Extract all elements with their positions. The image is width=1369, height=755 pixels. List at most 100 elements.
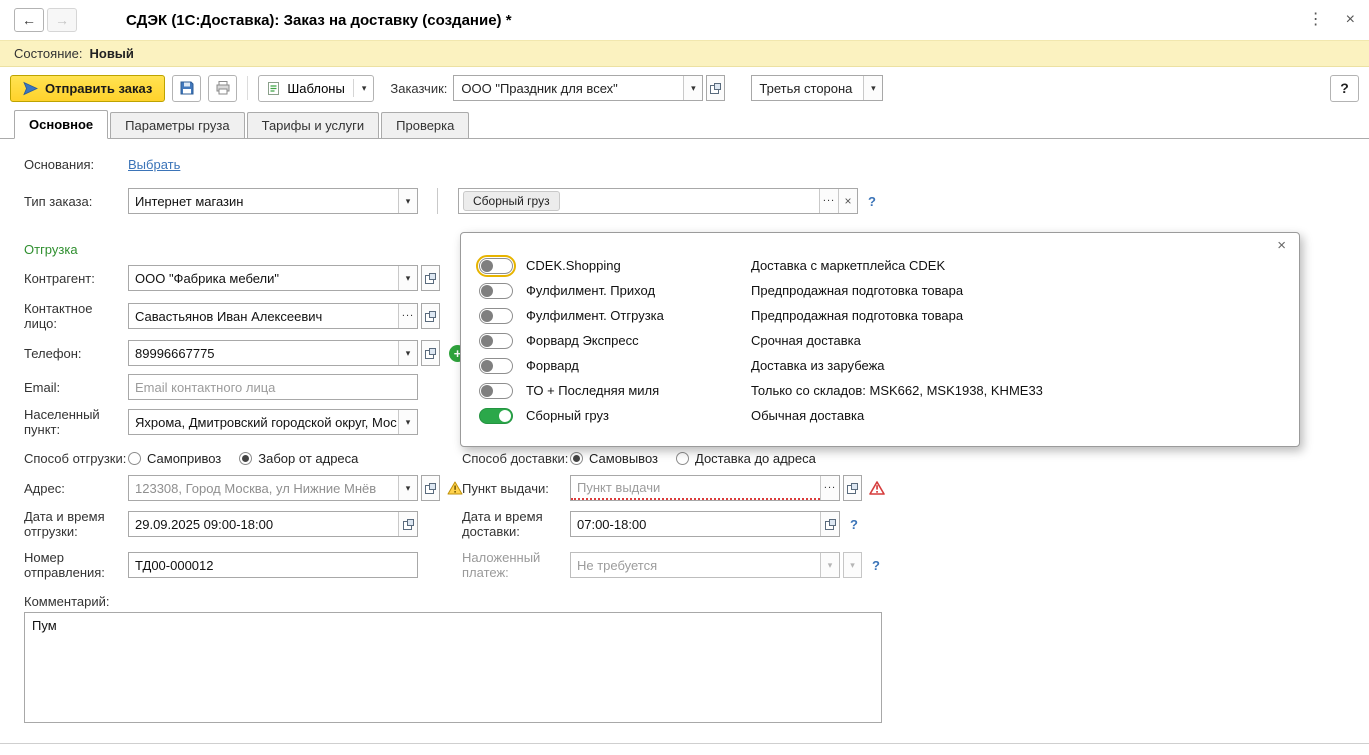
order-type-dropdown-button[interactable]: ▾ [398, 189, 417, 213]
tariff-option-desc: Обычная доставка [751, 408, 865, 423]
ship-datetime-value[interactable]: 29.09.2025 09:00-18:00 [129, 512, 398, 536]
phone-field[interactable]: 89996667775 ▾ [128, 340, 418, 366]
tariff-option-desc: Срочная доставка [751, 333, 861, 348]
comment-textarea[interactable]: Пум [24, 612, 882, 723]
delivery-datetime-help-link[interactable]: ? [850, 517, 858, 532]
contact-more-button[interactable]: ... [398, 304, 417, 328]
contact-label: Контактное лицо: [24, 301, 93, 331]
radio-icon[interactable] [239, 452, 253, 465]
status-strip: Состояние: Новый [0, 40, 1369, 67]
tariff-clear-button[interactable]: × [838, 189, 857, 213]
delivery-datetime-value[interactable]: 07:00-18:00 [571, 512, 820, 536]
address-field[interactable]: 123308, Город Москва, ул Нижние Мнёв ▾ [128, 475, 418, 501]
status-label: Состояние: [14, 46, 83, 61]
templates-button[interactable]: Шаблоны ▾ [258, 74, 375, 102]
cod-help-link[interactable]: ? [872, 558, 880, 573]
tariff-toggle-to-last-mile[interactable] [479, 382, 513, 399]
tab-main[interactable]: Основное [14, 110, 109, 139]
contact-value[interactable]: Савастьянов Иван Алексеевич [129, 304, 398, 328]
back-icon: ← [22, 12, 36, 28]
payer-value[interactable]: Третья сторона [752, 76, 863, 100]
tariff-input[interactable]: Сборный груз ... × [458, 188, 858, 214]
ship-method-option-pickup-self[interactable]: Самопривоз [128, 451, 221, 466]
customer-dropdown-button[interactable]: ▾ [683, 76, 703, 100]
city-dropdown-button[interactable]: ▾ [398, 410, 417, 434]
tariff-toggle-forward[interactable] [479, 357, 513, 374]
customer-value[interactable]: ООО "Праздник для всех" [454, 76, 683, 100]
tariff-help-link[interactable]: ? [868, 194, 876, 209]
pickup-point-more-button[interactable]: ... [820, 476, 839, 500]
counterparty-field[interactable]: ООО "Фабрика мебели" ▾ [128, 265, 418, 291]
email-field[interactable]: Email контактного лица [128, 374, 418, 400]
popup-close-button[interactable]: × [1277, 238, 1286, 253]
tariff-toggle-fulfilment-otgruzka[interactable] [479, 307, 513, 324]
send-order-label: Отправить заказ [45, 80, 153, 96]
dropdown-icon: ▾ [827, 559, 833, 570]
tariff-more-button[interactable]: ... [819, 189, 838, 213]
address-open-button[interactable] [421, 475, 440, 501]
radio-icon[interactable] [128, 452, 141, 465]
tab-cargo-params[interactable]: Параметры груза [110, 112, 245, 138]
tab-tariffs-services[interactable]: Тарифы и услуги [246, 112, 380, 138]
contact-field[interactable]: Савастьянов Иван Алексеевич ... [128, 303, 418, 329]
ship-datetime-field[interactable]: 29.09.2025 09:00-18:00 [128, 511, 418, 537]
customer-combo[interactable]: ООО "Праздник для всех" ▾ [453, 75, 704, 101]
templates-icon [268, 81, 280, 95]
basis-select-link[interactable]: Выбрать [128, 157, 180, 172]
delivery-datetime-label: Дата и время доставки: [462, 509, 543, 539]
tariff-toggle-forward-express[interactable] [479, 332, 513, 349]
delivery-datetime-field[interactable]: 07:00-18:00 [570, 511, 840, 537]
tab-check[interactable]: Проверка [381, 112, 470, 138]
ship-datetime-open-button[interactable] [398, 512, 417, 536]
address-dropdown-button[interactable]: ▾ [398, 476, 417, 500]
radio-icon[interactable] [570, 452, 583, 465]
counterparty-value[interactable]: ООО "Фабрика мебели" [129, 266, 398, 290]
dropdown-icon: ▾ [850, 559, 855, 570]
city-field[interactable]: Яхрома, Дмитровский городской округ, Мос… [128, 409, 418, 435]
shipment-number-field[interactable]: ТД00-000012 [128, 552, 418, 578]
counterparty-dropdown-button[interactable]: ▾ [398, 266, 417, 290]
cod-dropdown-button: ▾ [820, 553, 839, 577]
delivery-datetime-open-button[interactable] [820, 512, 839, 536]
pickup-point-open-button[interactable] [843, 475, 862, 501]
tariff-tag[interactable]: Сборный груз [463, 191, 560, 211]
shipment-number-value[interactable]: ТД00-000012 [129, 553, 417, 577]
contact-open-button[interactable] [421, 303, 440, 329]
tariff-toggle-fulfilment-prihod[interactable] [479, 282, 513, 299]
payer-dropdown-button[interactable]: ▾ [863, 76, 883, 100]
counterparty-open-button[interactable] [421, 265, 440, 291]
email-placeholder[interactable]: Email контактного лица [129, 375, 417, 399]
delivery-method-option-pickup[interactable]: Самовывоз [570, 451, 658, 466]
back-button[interactable]: ← [14, 8, 44, 32]
phone-open-button[interactable] [421, 340, 440, 366]
address-value[interactable]: 123308, Город Москва, ул Нижние Мнёв [129, 476, 398, 500]
print-button[interactable] [208, 74, 238, 102]
print-icon [216, 81, 230, 95]
ship-method-option-courier[interactable]: Забор от адреса [239, 451, 358, 466]
payer-select[interactable]: Третья сторона ▾ [751, 75, 884, 101]
order-type-field[interactable]: Интернет магазин ▾ [128, 188, 418, 214]
forward-button[interactable]: → [47, 8, 77, 32]
radio-label: Самопривоз [147, 451, 222, 466]
tariff-toggle-sborny-gruz[interactable] [479, 407, 513, 424]
customer-open-button[interactable] [706, 75, 726, 101]
dropdown-icon: ▾ [405, 272, 411, 283]
dropdown-icon: ▾ [405, 347, 411, 358]
delivery-method-option-address[interactable]: Доставка до адреса [676, 451, 816, 466]
phone-value[interactable]: 89996667775 [129, 341, 398, 365]
radio-icon[interactable] [676, 452, 689, 465]
phone-dropdown-button[interactable]: ▾ [398, 341, 417, 365]
pickup-point-placeholder[interactable]: Пункт выдачи [571, 476, 820, 500]
city-value[interactable]: Яхрома, Дмитровский городской округ, Мос [129, 410, 398, 434]
help-button[interactable]: ? [1330, 74, 1359, 102]
order-type-value[interactable]: Интернет магазин [129, 189, 398, 213]
send-order-button[interactable]: Отправить заказ [10, 74, 166, 102]
tariff-toggle-cdek-shopping[interactable] [476, 254, 516, 277]
pickup-point-field[interactable]: Пункт выдачи ... [570, 475, 840, 501]
save-button[interactable] [172, 74, 202, 102]
window-close-button[interactable]: × [1346, 12, 1355, 28]
cod-field: Не требуется ▾ [570, 552, 840, 578]
kebab-menu-button[interactable]: ⋮ [1308, 12, 1324, 28]
ship-method-label: Способ отгрузки: [24, 451, 127, 466]
tariff-option-desc: Доставка с маркетплейса CDEK [751, 258, 946, 273]
